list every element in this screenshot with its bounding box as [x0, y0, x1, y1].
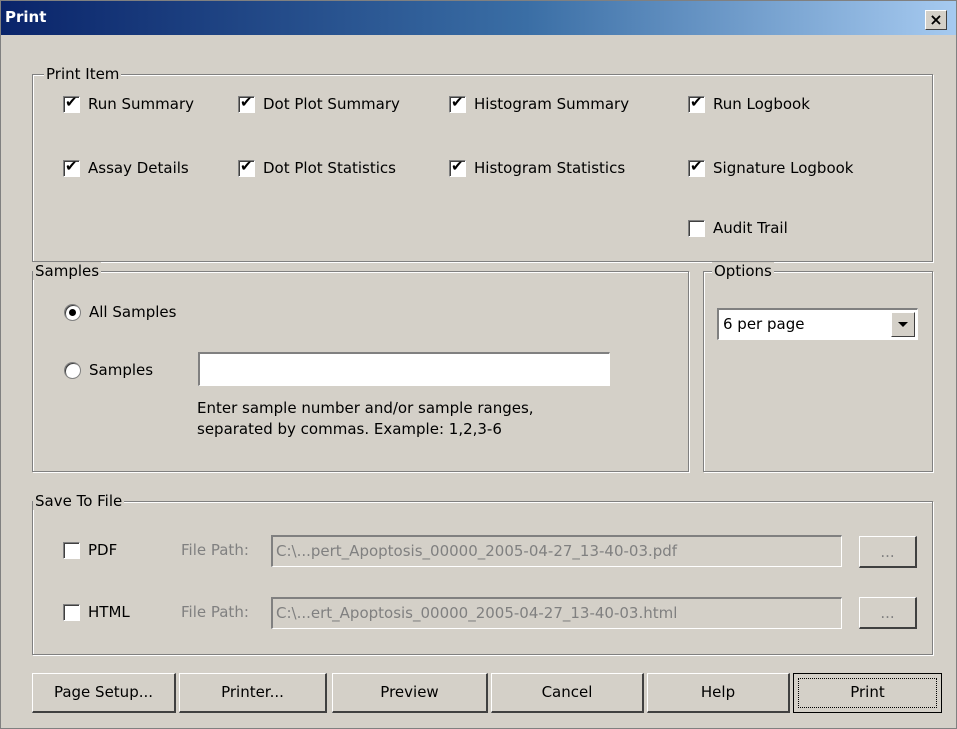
- close-icon: ×: [929, 10, 943, 29]
- histogram-statistics-label: Histogram Statistics: [474, 159, 626, 177]
- run-logbook-label: Run Logbook: [713, 95, 810, 113]
- audit-trail-label: Audit Trail: [713, 219, 788, 237]
- html-file-path-label: File Path:: [181, 603, 249, 621]
- assay-details-label: Assay Details: [88, 159, 189, 177]
- dot-plot-summary-label: Dot Plot Summary: [263, 95, 400, 113]
- check-icon: ✔: [690, 92, 703, 111]
- cancel-button[interactable]: Cancel: [491, 673, 644, 713]
- per-page-select[interactable]: 6 per page: [717, 308, 918, 340]
- pdf-file-path-input[interactable]: C:\...pert_Apoptosis_00000_2005-04-27_13…: [271, 535, 842, 567]
- samples-legend: Samples: [33, 262, 102, 280]
- per-page-value: 6 per page: [723, 315, 805, 333]
- html-browse-button[interactable]: ...: [859, 597, 917, 629]
- check-icon: ✔: [451, 156, 464, 175]
- preview-button[interactable]: Preview: [332, 673, 488, 713]
- samples-hint: Enter sample number and/or sample ranges…: [197, 399, 534, 438]
- signature-logbook-checkbox[interactable]: ✔ Signature Logbook: [688, 156, 854, 177]
- check-icon: ✔: [65, 92, 78, 111]
- print-button[interactable]: Print: [793, 673, 942, 713]
- audit-trail-checkbox[interactable]: Audit Trail: [688, 219, 788, 237]
- print-item-legend: Print Item: [44, 65, 122, 83]
- samples-radio[interactable]: Samples: [64, 361, 153, 379]
- chevron-down-icon[interactable]: [891, 312, 915, 337]
- check-icon: ✔: [690, 156, 703, 175]
- print-dialog: Print × Print Item ✔ Run Summary ✔ Dot P…: [0, 0, 957, 729]
- run-summary-checkbox[interactable]: ✔ Run Summary: [63, 92, 195, 113]
- dot-plot-statistics-label: Dot Plot Statistics: [263, 159, 396, 177]
- dot-plot-statistics-checkbox[interactable]: ✔ Dot Plot Statistics: [238, 156, 396, 177]
- check-icon: ✔: [240, 92, 253, 111]
- signature-logbook-label: Signature Logbook: [713, 159, 854, 177]
- options-legend: Options: [712, 262, 774, 280]
- check-icon: ✔: [451, 92, 464, 111]
- html-label: HTML: [88, 603, 130, 621]
- radio-selected-icon: [69, 308, 76, 316]
- html-file-path-input[interactable]: C:\...ert_Apoptosis_00000_2005-04-27_13-…: [271, 597, 842, 629]
- options-group: Options: [703, 262, 933, 472]
- help-button[interactable]: Help: [647, 673, 790, 713]
- html-checkbox[interactable]: HTML: [63, 603, 130, 621]
- all-samples-radio[interactable]: All Samples: [64, 303, 176, 321]
- pdf-label: PDF: [88, 541, 118, 559]
- assay-details-checkbox[interactable]: ✔ Assay Details: [63, 156, 189, 177]
- samples-input[interactable]: [198, 352, 610, 386]
- pdf-browse-button[interactable]: ...: [859, 536, 917, 568]
- histogram-statistics-checkbox[interactable]: ✔ Histogram Statistics: [449, 156, 626, 177]
- run-summary-label: Run Summary: [88, 95, 195, 113]
- pdf-file-path-label: File Path:: [181, 541, 249, 559]
- histogram-summary-checkbox[interactable]: ✔ Histogram Summary: [449, 92, 630, 113]
- all-samples-label: All Samples: [89, 303, 177, 321]
- pdf-checkbox[interactable]: PDF: [63, 541, 117, 559]
- page-setup-button[interactable]: Page Setup...: [32, 673, 176, 713]
- close-button[interactable]: ×: [925, 10, 947, 30]
- printer-button[interactable]: Printer...: [179, 673, 327, 713]
- save-to-file-group: Save To File: [32, 492, 933, 655]
- save-to-file-legend: Save To File: [33, 492, 125, 510]
- run-logbook-checkbox[interactable]: ✔ Run Logbook: [688, 92, 810, 113]
- samples-radio-label: Samples: [89, 361, 154, 379]
- window-title: Print: [5, 8, 47, 26]
- histogram-summary-label: Histogram Summary: [474, 95, 630, 113]
- title-bar[interactable]: Print ×: [1, 1, 956, 35]
- check-icon: ✔: [65, 156, 78, 175]
- check-icon: ✔: [240, 156, 253, 175]
- dot-plot-summary-checkbox[interactable]: ✔ Dot Plot Summary: [238, 92, 400, 113]
